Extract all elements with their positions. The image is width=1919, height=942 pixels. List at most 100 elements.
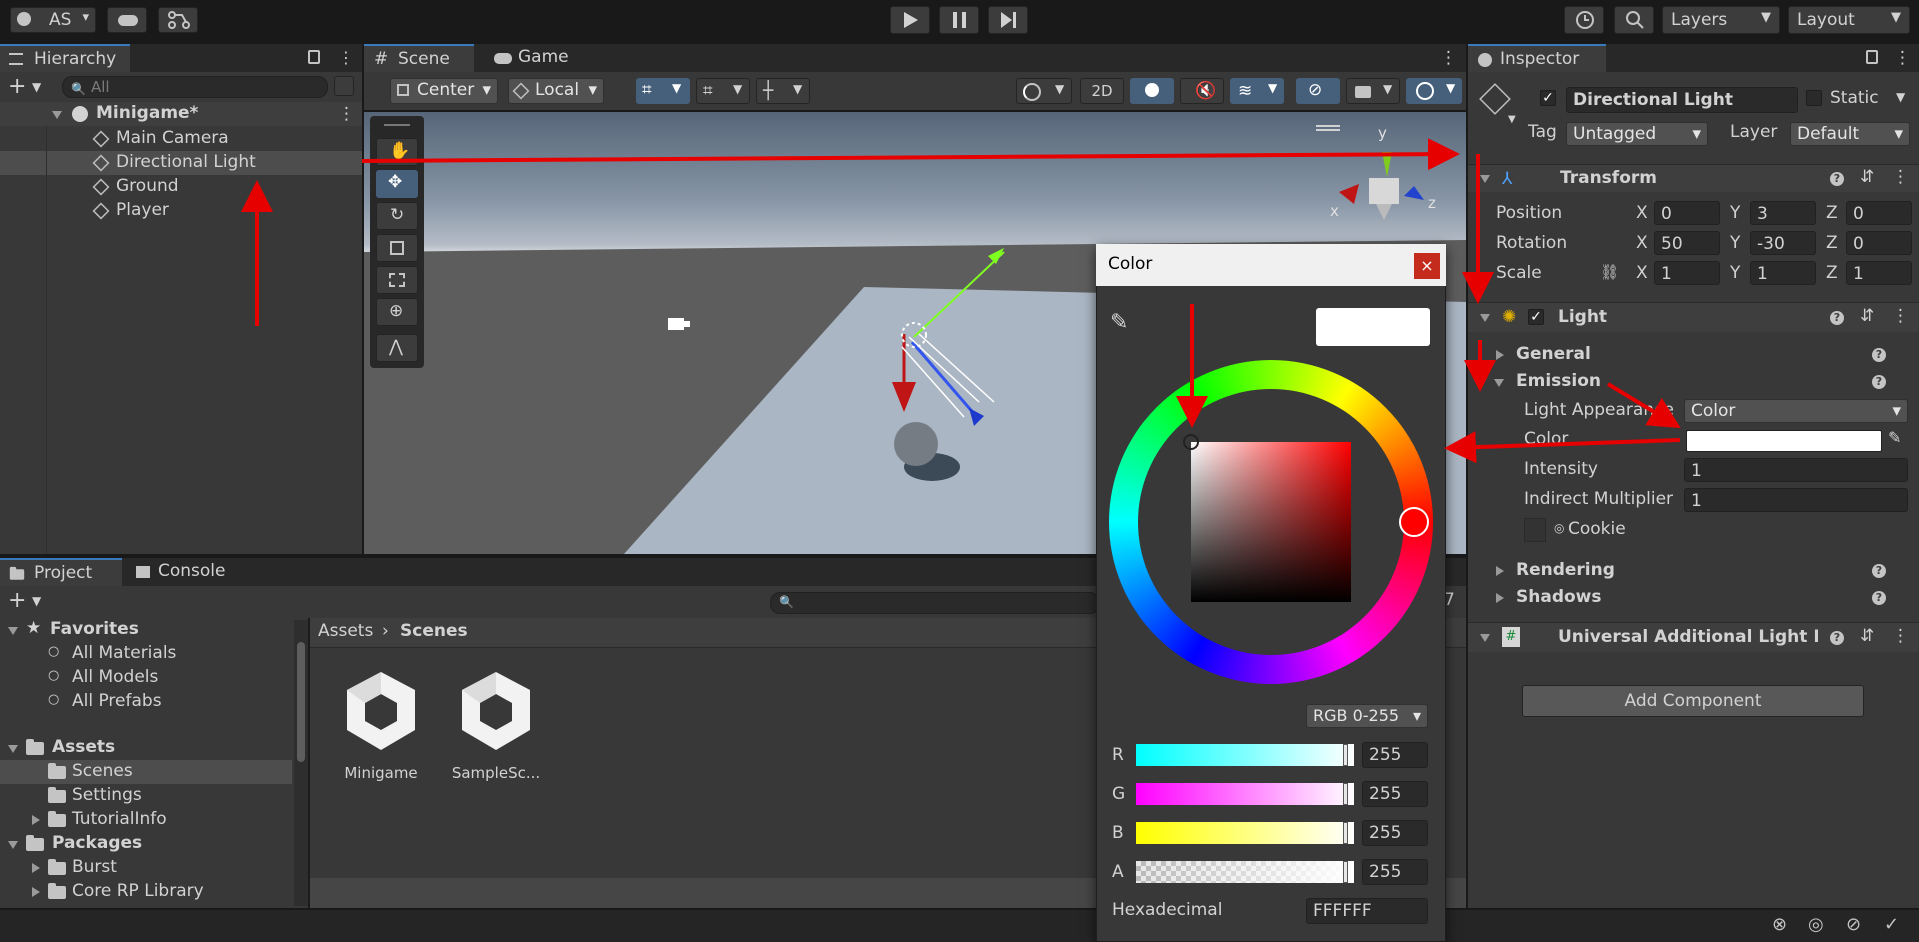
hierarchy-item[interactable]: Main Camera (0, 127, 362, 151)
rotate-tool-button[interactable]: ↻ (376, 202, 418, 230)
chevron-down-icon[interactable]: ▼ (1508, 114, 1516, 125)
tab-game[interactable]: Game (476, 44, 576, 72)
grid-snap-button[interactable]: ⌗ ▼ (636, 78, 690, 104)
lock-icon[interactable] (1866, 50, 1878, 64)
light-enabled-checkbox[interactable]: ✓ (1528, 309, 1544, 325)
collab-button[interactable] (158, 7, 198, 33)
pivot-dropdown[interactable]: Center (390, 78, 498, 104)
hand-tool-button[interactable]: ✋ (376, 138, 418, 166)
play-button[interactable] (890, 6, 930, 34)
asset-tile[interactable]: SampleSc... (448, 664, 544, 784)
color-mode-dropdown[interactable]: RGB 0-255 (1306, 704, 1428, 728)
tree-row-assets[interactable]: Assets (0, 736, 296, 760)
more-icon[interactable]: ⋮ (1894, 48, 1911, 68)
space-dropdown[interactable]: Local (508, 78, 604, 104)
layer-dropdown[interactable]: Default (1790, 122, 1910, 146)
position-x-field[interactable]: 0 (1654, 201, 1720, 225)
tree-row-package[interactable]: Burst (0, 856, 296, 880)
position-z-field[interactable]: 0 (1846, 201, 1912, 225)
tree-row-folder-selected[interactable]: Scenes (0, 760, 292, 784)
slider-handle[interactable] (1343, 861, 1348, 883)
a-slider[interactable] (1136, 861, 1354, 883)
bug-off-icon[interactable]: ⊗ (1772, 914, 1787, 935)
hue-cursor[interactable] (1399, 507, 1429, 537)
saturation-value-square[interactable] (1191, 442, 1351, 602)
scale-y-field[interactable]: 1 (1750, 261, 1816, 285)
hierarchy-item[interactable]: Player (0, 199, 362, 223)
slider-handle[interactable] (1343, 822, 1348, 844)
rotation-z-field[interactable]: 0 (1846, 231, 1912, 255)
network-off-icon[interactable]: ⊘ (1846, 914, 1861, 935)
more-icon[interactable]: ⋮ (338, 48, 354, 67)
gizmos-button[interactable]: ▼ (1406, 78, 1462, 104)
tree-row-favorite[interactable]: ○ All Materials (0, 642, 296, 666)
tree-scrollbar[interactable] (294, 620, 308, 906)
add-component-button[interactable]: Add Component (1522, 685, 1864, 717)
position-y-field[interactable]: 3 (1750, 201, 1816, 225)
draw-mode-button[interactable]: ▼ (1016, 78, 1072, 104)
more-icon[interactable]: ⋮ (1892, 626, 1909, 646)
add-icon[interactable]: + (8, 588, 26, 613)
help-icon[interactable]: ? (1872, 591, 1886, 605)
help-icon[interactable]: ? (1830, 631, 1844, 645)
account-dropdown[interactable]: AS ▾ (10, 7, 96, 33)
chevron-down-icon[interactable]: ▼ (32, 594, 41, 608)
chevron-down-icon[interactable]: ▼ (1896, 90, 1905, 104)
b-value-field[interactable]: 255 (1362, 820, 1428, 846)
hex-field[interactable]: FFFFFF (1306, 898, 1428, 924)
more-icon[interactable]: ⋮ (1892, 306, 1909, 326)
help-icon[interactable]: ? (1830, 172, 1844, 186)
tree-row-favorite[interactable]: ○ All Models (0, 666, 296, 690)
close-button[interactable]: × (1414, 253, 1440, 279)
transform-header[interactable]: ⅄ Transform ? ⇵ ⋮ (1468, 164, 1919, 192)
cache-icon[interactable]: ◎ (1808, 914, 1824, 935)
section-shadows[interactable]: Shadows ? (1468, 586, 1919, 610)
presets-icon[interactable]: ⇵ (1860, 306, 1874, 326)
light-header[interactable]: ✺ ✓ Light ? ⇵ ⋮ (1468, 302, 1919, 332)
lighting-toggle[interactable] (1130, 78, 1174, 104)
tab-scene[interactable]: # Scene (364, 44, 474, 72)
move-tool-button[interactable]: ✥ (376, 170, 418, 198)
r-value-field[interactable]: 255 (1362, 742, 1428, 768)
presets-icon[interactable]: ⇵ (1860, 167, 1874, 187)
audio-toggle[interactable]: 🔇 (1180, 78, 1224, 104)
tree-row-package[interactable]: Core RP Library (0, 880, 296, 904)
active-checkbox[interactable]: ✓ (1540, 90, 1556, 106)
camera-settings-button[interactable]: ▼ (1346, 78, 1400, 104)
2d-toggle[interactable]: 2D (1080, 78, 1124, 104)
slider-handle[interactable] (1343, 744, 1348, 766)
section-rendering[interactable]: Rendering ? (1468, 559, 1919, 583)
hierarchy-search-input[interactable]: 🔍 All (62, 76, 328, 98)
cookie-slot[interactable] (1524, 518, 1546, 542)
step-button[interactable] (988, 6, 1028, 34)
section-emission[interactable]: Emission ? (1468, 370, 1919, 394)
g-slider[interactable] (1136, 783, 1354, 805)
b-slider[interactable] (1136, 822, 1354, 844)
presets-icon[interactable]: ⇵ (1860, 626, 1874, 646)
snap-increment-button[interactable]: ⌗ ▼ (696, 78, 750, 104)
r-slider[interactable] (1136, 744, 1354, 766)
unlink-icon[interactable]: ⛓ (1600, 263, 1619, 281)
more-icon[interactable]: ⋮ (1440, 48, 1457, 68)
visibility-toggle[interactable]: ⊘ (1296, 78, 1340, 104)
cloud-button[interactable] (107, 7, 147, 33)
additional-light-header[interactable]: # Universal Additional Light Da ? ⇵ ⋮ (1468, 622, 1919, 652)
lock-icon[interactable] (308, 50, 320, 64)
eyedropper-icon[interactable]: ✎ (1110, 310, 1128, 335)
layers-dropdown[interactable]: Layers ▼ (1662, 6, 1780, 34)
indirect-multiplier-field[interactable]: 1 (1684, 488, 1908, 512)
project-search-input[interactable]: 🔍 (770, 592, 1100, 614)
tab-hierarchy[interactable]: Hierarchy (0, 44, 130, 72)
g-value-field[interactable]: 255 (1362, 781, 1428, 807)
custom-tool-button[interactable]: ⋀ (376, 334, 418, 362)
help-icon[interactable]: ? (1872, 564, 1886, 578)
color-swatch-field[interactable] (1686, 430, 1882, 452)
hierarchy-item-selected[interactable]: Directional Light (0, 151, 362, 175)
tool-palette-handle[interactable] (384, 124, 410, 126)
object-picker-icon[interactable]: ◎ (1554, 521, 1564, 535)
tree-row-favorite[interactable]: ○ All Prefabs (0, 690, 296, 714)
scale-tool-button[interactable] (376, 234, 418, 262)
help-icon[interactable]: ? (1872, 375, 1886, 389)
breadcrumb-current[interactable]: Scenes (400, 621, 468, 641)
asset-tile[interactable]: Minigame (336, 664, 426, 784)
